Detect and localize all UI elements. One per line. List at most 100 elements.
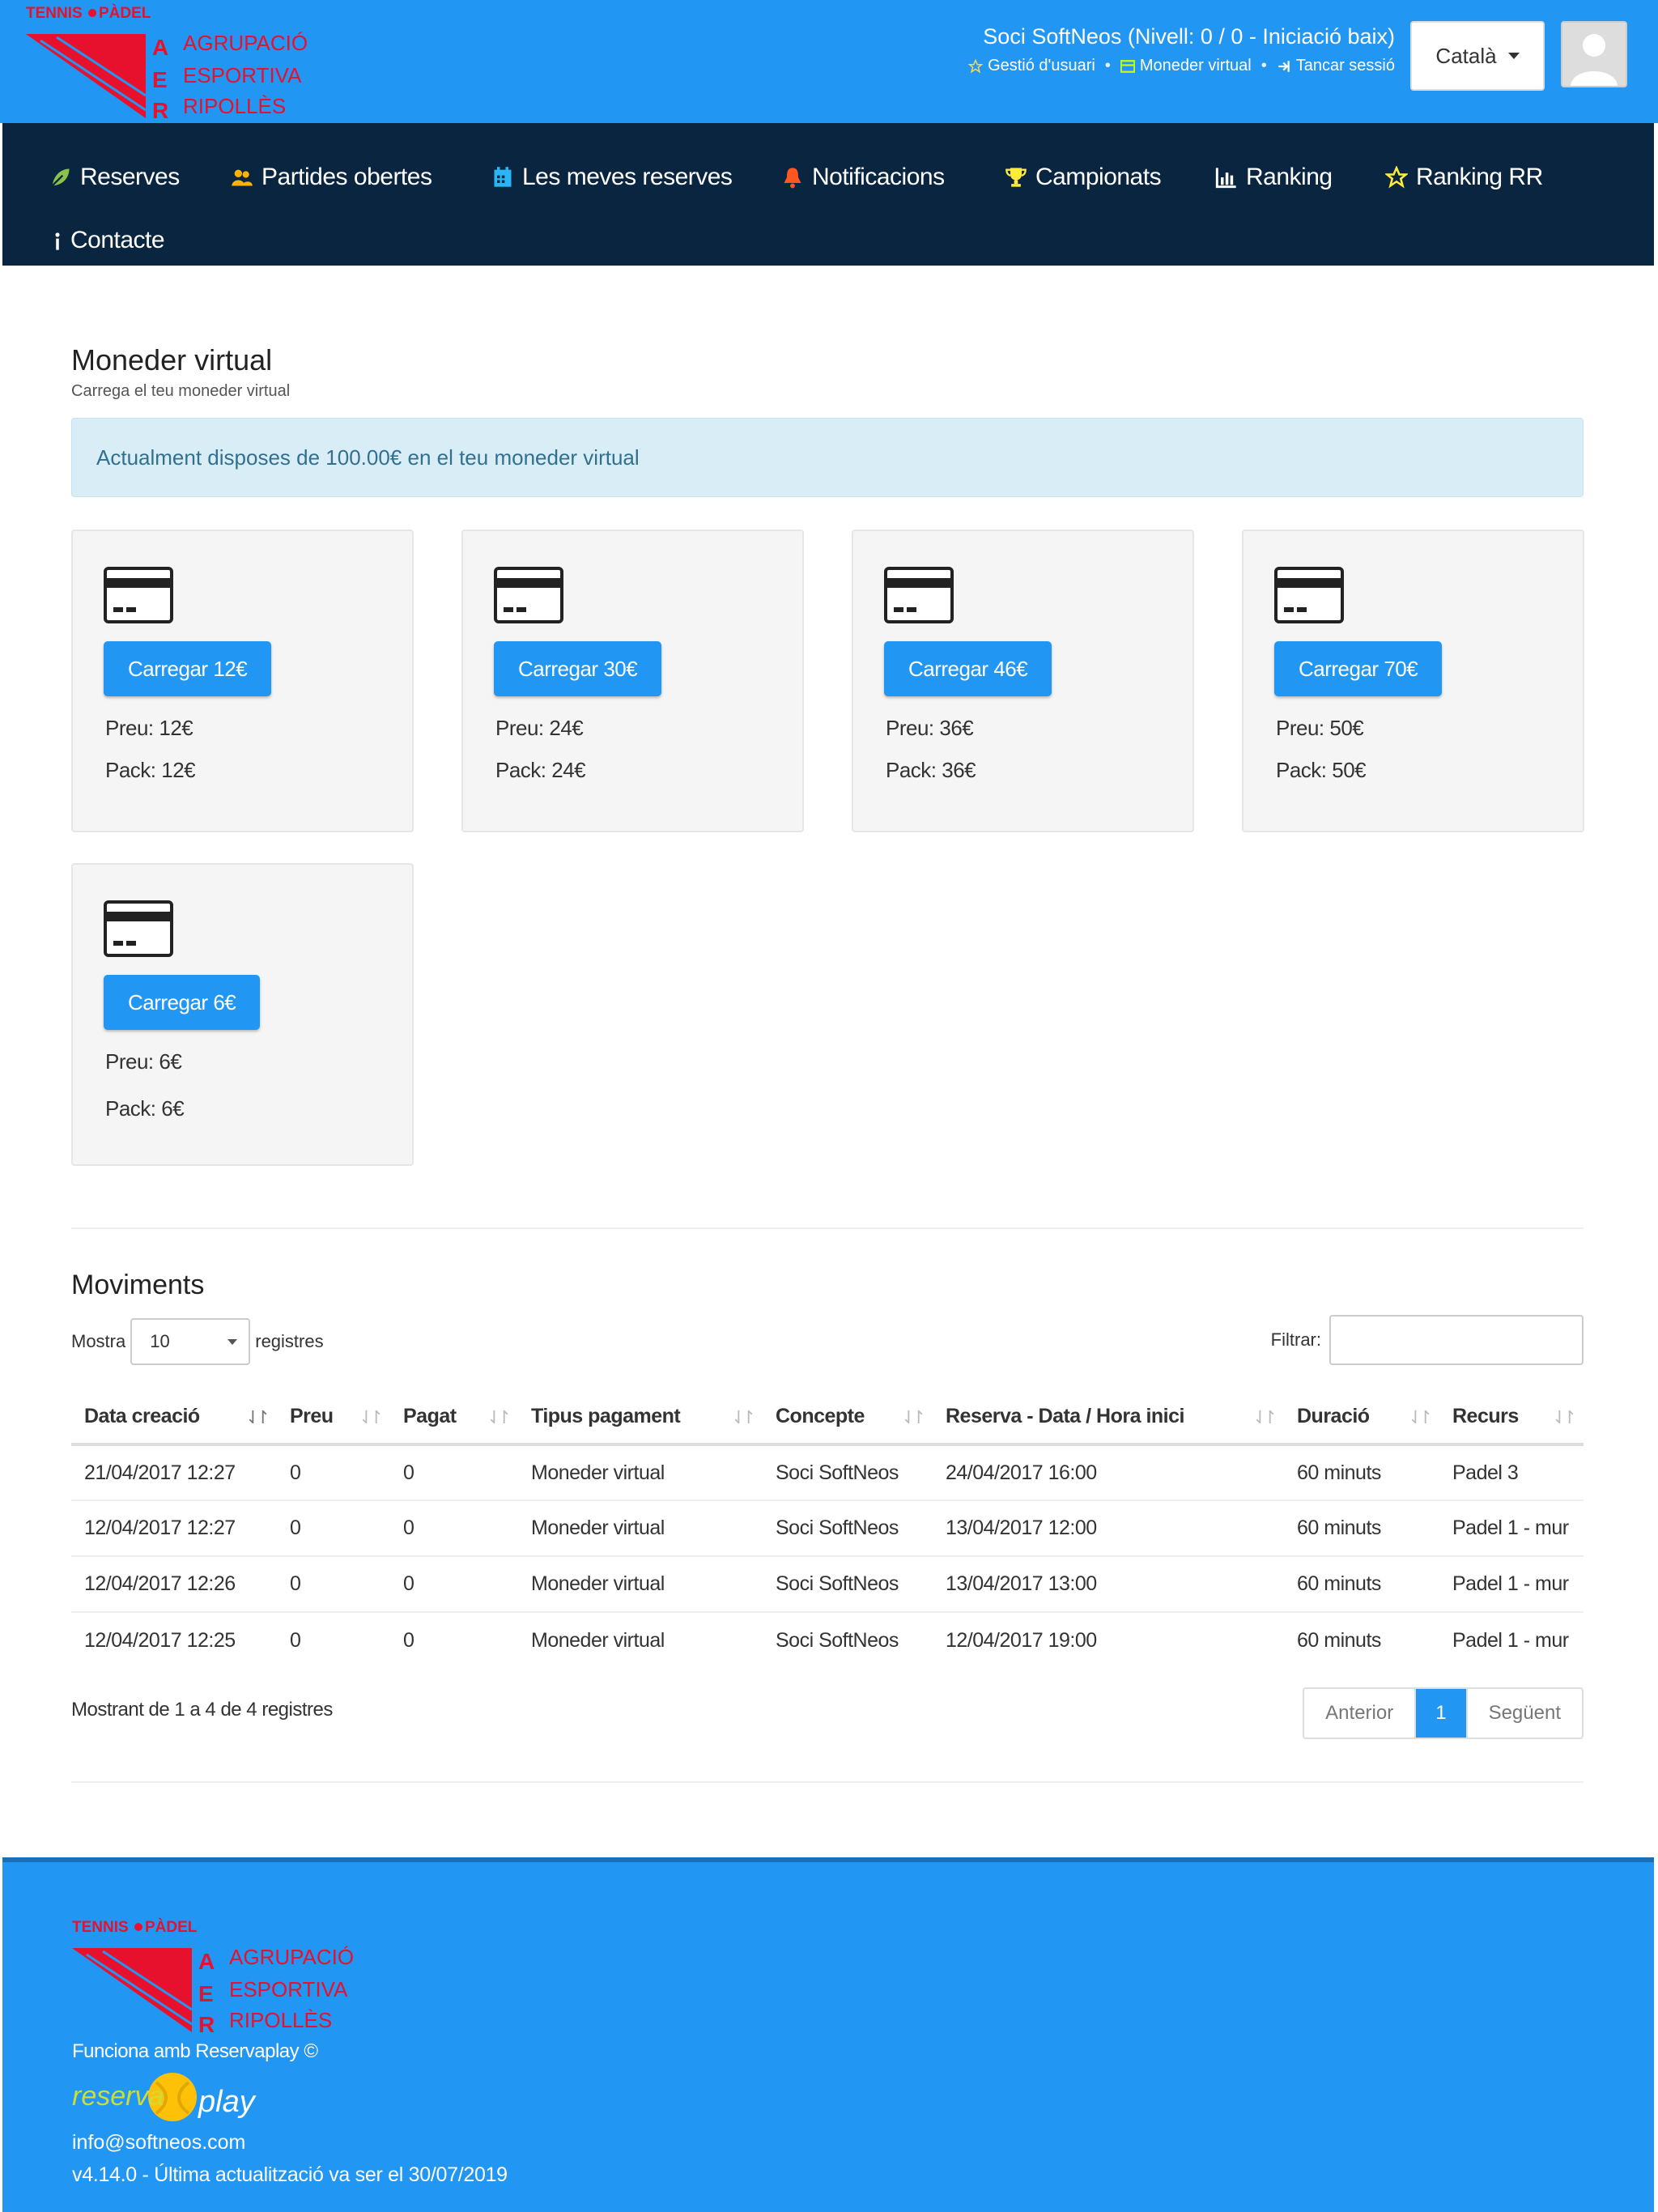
nav-reserves[interactable]: Reserves: [49, 164, 180, 191]
table-row: 12/04/2017 12:27 0 0 Moneder virtual Soc…: [71, 1499, 1584, 1556]
recharge-card: Carregar 70€ Preu: 50€ Pack: 50€: [1242, 530, 1584, 832]
version-info: v4.14.0 - Última actualització va ser el…: [72, 2163, 508, 2186]
caret-down-icon: [1507, 53, 1520, 59]
top-header: TENNIS PÀDEL A E R AGRUPACIÓ ESPORTIVA R…: [0, 0, 1658, 123]
svg-text:play: play: [198, 2085, 257, 2119]
sort-icon: ⇃↾: [731, 1407, 756, 1427]
card-price: Preu: 50€: [1276, 716, 1364, 740]
movements-title: Moviments: [71, 1270, 205, 1300]
trophy-icon: [1005, 168, 1027, 187]
table-row: 21/04/2017 12:27 0 0 Moneder virtual Soc…: [84, 1461, 1519, 1484]
card-pack: Pack: 24€: [495, 758, 586, 782]
col-reservation[interactable]: Reserva - Data / Hora inici ⇃↾: [933, 1389, 1284, 1446]
main-navigation: Reserves Partides obertes Les meves rese…: [2, 123, 1654, 266]
table-row: 12/04/2017 12:26 0 0 Moneder virtual Soc…: [71, 1555, 1584, 1612]
col-paid[interactable]: Pagat ⇃↾: [390, 1389, 518, 1446]
recharge-button[interactable]: Carregar 70€: [1274, 641, 1443, 696]
card-pack: Pack: 50€: [1276, 758, 1367, 782]
sort-icon: ⇃↾: [901, 1407, 926, 1427]
col-date-created[interactable]: Data creació ⇃↾: [71, 1389, 277, 1446]
sort-icon: ⇃↾: [359, 1407, 384, 1427]
svg-text:AGRUPACIÓ: AGRUPACIÓ: [229, 1945, 354, 1969]
svg-text:ESPORTIVA: ESPORTIVA: [183, 63, 302, 87]
svg-text:TENNIS: TENNIS: [72, 1919, 129, 1936]
page-length-select[interactable]: 10: [130, 1318, 251, 1365]
user-silhouette-icon: [1562, 23, 1626, 86]
nav-contact[interactable]: Contacte: [53, 227, 165, 254]
pagination-next[interactable]: Següent: [1465, 1689, 1582, 1738]
table-filter: Filtrar:: [1271, 1315, 1584, 1365]
movements-table: Data creació ⇃↾ Preu ⇃↾ Pagat ⇃↾ Tipus paga…: [71, 1389, 1584, 1668]
logout-link[interactable]: Tancar sessió: [1277, 57, 1395, 75]
nav-ranking[interactable]: Ranking: [1215, 164, 1333, 191]
bell-icon: [784, 168, 801, 189]
recharge-button[interactable]: Carregar 12€: [104, 641, 272, 696]
pagination-page-1[interactable]: 1: [1416, 1689, 1466, 1738]
divider: [71, 1781, 1584, 1783]
sort-icon: ⇃↾: [487, 1407, 512, 1427]
col-concept[interactable]: Concepte ⇃↾: [763, 1389, 933, 1446]
language-selector[interactable]: Català: [1410, 21, 1545, 91]
caret-down-icon: [227, 1338, 238, 1345]
nav-ranking-rr[interactable]: Ranking RR: [1385, 164, 1543, 191]
recharge-card: Carregar 6€ Preu: 6€ Pack: 6€: [71, 863, 414, 1166]
card-price: Preu: 12€: [105, 716, 193, 740]
col-payment-type[interactable]: Tipus pagament ⇃↾: [518, 1389, 763, 1446]
pagination: Anterior 1 Següent: [1303, 1687, 1584, 1739]
footer: TENNIS PÀDEL A E R AGRUPACIÓ ESPORTIVA R…: [2, 1857, 1654, 2212]
col-price[interactable]: Preu ⇃↾: [277, 1389, 390, 1446]
contact-email[interactable]: info@softneos.com: [72, 2131, 245, 2155]
reservaplay-logo[interactable]: reserva play: [72, 2066, 274, 2128]
sort-icon: ⇃↾: [1552, 1407, 1577, 1427]
club-logo[interactable]: TENNIS PÀDEL A E R AGRUPACIÓ ESPORTIVA R…: [70, 1917, 362, 2035]
sort-icon: ⇃↾: [1408, 1407, 1433, 1427]
svg-text:AGRUPACIÓ: AGRUPACIÓ: [183, 31, 308, 55]
logout-icon: [1278, 60, 1290, 72]
filter-input[interactable]: [1329, 1315, 1584, 1365]
avatar[interactable]: [1561, 21, 1627, 87]
info-icon: [55, 232, 60, 250]
svg-text:E: E: [198, 1981, 214, 2006]
powered-by: Funciona amb Reservaplay ©: [72, 2040, 318, 2062]
svg-text:RIPOLLÈS: RIPOLLÈS: [229, 2008, 332, 2032]
recharge-card: Carregar 46€ Preu: 36€ Pack: 36€: [852, 530, 1194, 832]
svg-text:ESPORTIVA: ESPORTIVA: [229, 1977, 348, 2001]
user-links: Gestió d'usuari • Moneder virtual • Tanc…: [968, 57, 1395, 75]
table-info: Mostrant de 1 a 4 de 4 registres: [71, 1699, 333, 1721]
col-resource[interactable]: Recurs ⇃↾: [1439, 1389, 1584, 1446]
recharge-button[interactable]: Carregar 6€: [104, 975, 261, 1030]
wallet-icon: [1120, 59, 1135, 73]
card-price: Preu: 6€: [105, 1049, 182, 1074]
pagination-previous[interactable]: Anterior: [1304, 1689, 1417, 1738]
nav-my-reservations[interactable]: Les meves reserves: [491, 164, 733, 191]
svg-text:A: A: [152, 35, 168, 60]
recharge-button[interactable]: Carregar 30€: [494, 641, 662, 696]
svg-text:TENNIS: TENNIS: [26, 5, 83, 22]
recharge-card: Carregar 30€ Preu: 24€ Pack: 24€: [461, 530, 804, 832]
balance-alert: Actualment disposes de 100.00€ en el teu…: [71, 418, 1584, 497]
page-title: Moneder virtual: [71, 343, 273, 376]
sort-icon: ⇃↾: [245, 1407, 270, 1427]
page-subtitle: Carrega el teu moneder virtual: [71, 382, 291, 400]
col-duration[interactable]: Duració ⇃↾: [1284, 1389, 1439, 1446]
svg-text:PÀDEL: PÀDEL: [99, 4, 151, 22]
nav-open-matches[interactable]: Partides obertes: [231, 164, 432, 191]
credit-card-icon: [104, 900, 173, 957]
card-pack: Pack: 12€: [105, 758, 196, 782]
recharge-button[interactable]: Carregar 46€: [884, 641, 1052, 696]
recharge-card: Carregar 12€ Preu: 12€ Pack: 12€: [71, 530, 414, 832]
user-settings-link[interactable]: Gestió d'usuari: [968, 57, 1095, 75]
svg-text:RIPOLLÈS: RIPOLLÈS: [183, 94, 286, 118]
svg-text:reserva: reserva: [72, 2081, 164, 2112]
star-icon: [968, 58, 984, 74]
users-icon: [232, 169, 253, 186]
club-logo[interactable]: TENNIS PÀDEL A E R AGRUPACIÓ ESPORTIVA R…: [24, 3, 316, 121]
wallet-link[interactable]: Moneder virtual: [1120, 57, 1252, 75]
sort-icon: ⇃↾: [1252, 1407, 1278, 1427]
svg-text:R: R: [198, 2012, 215, 2035]
credit-card-icon: [104, 567, 173, 623]
card-price: Preu: 24€: [495, 716, 584, 740]
nav-championships[interactable]: Campionats: [1005, 164, 1162, 191]
nav-notifications[interactable]: Notificacions: [781, 164, 945, 191]
calendar-icon: [494, 167, 512, 187]
